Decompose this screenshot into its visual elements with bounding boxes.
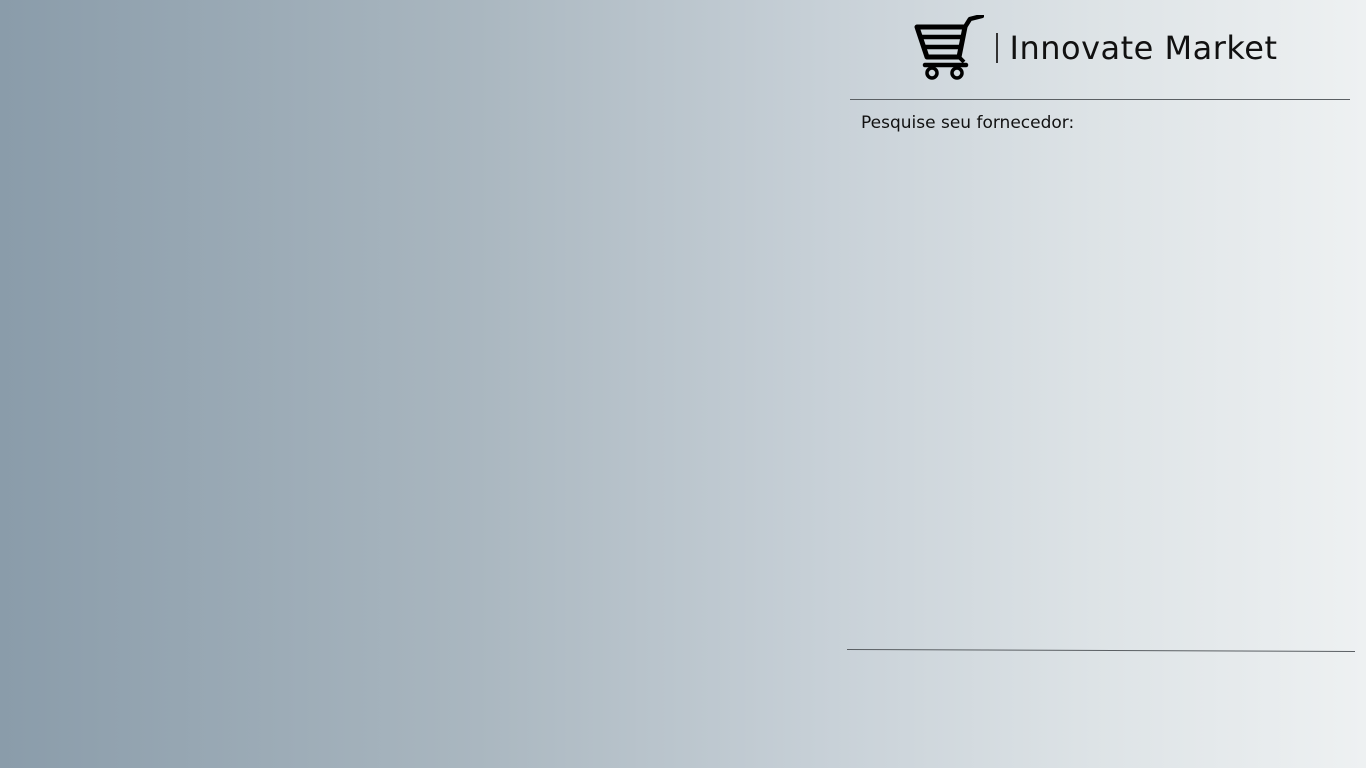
search-label: Pesquise seu fornecedor: — [861, 113, 1075, 133]
supplier-search-area[interactable] — [850, 140, 1350, 640]
brand-name: Innovate Market — [1009, 29, 1278, 67]
brand-header: Innovate Market — [914, 14, 1278, 82]
top-divider — [850, 99, 1350, 100]
bottom-divider — [846, 649, 1355, 652]
shopping-cart-icon — [914, 15, 984, 80]
brand-divider — [996, 33, 998, 63]
